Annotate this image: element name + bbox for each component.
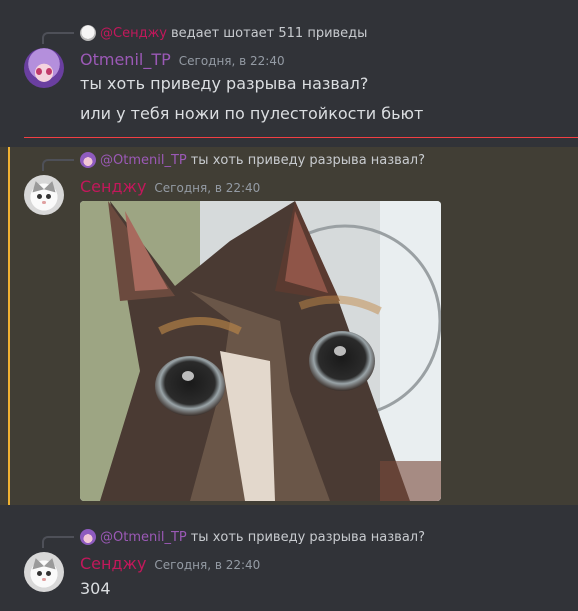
timestamp: Сегодня, в 22:40 <box>154 558 261 572</box>
avatar[interactable] <box>24 552 64 592</box>
reply-text: ты хоть приведу разрыва назвал? <box>190 529 426 545</box>
message-otmenil: @Сенджу ведает шотает 511 приведы Otmeni… <box>0 0 578 134</box>
reply-author[interactable]: @Otmenil_TP <box>100 530 187 545</box>
timestamp: Сегодня, в 22:40 <box>154 181 261 195</box>
cat-photo <box>80 201 441 501</box>
message-text: ты хоть приведу разрыва назвал? <box>80 74 369 93</box>
username[interactable]: Сенджу <box>80 554 146 573</box>
avatar[interactable] <box>24 175 64 215</box>
new-messages-divider <box>24 137 578 138</box>
reply-text: ты хоть приведу разрыва назвал? <box>190 152 426 168</box>
reply-author[interactable]: @Otmenil_TP <box>100 153 187 168</box>
reply-spine <box>42 536 74 548</box>
timestamp: Сегодня, в 22:40 <box>178 54 285 68</box>
reply-spine <box>42 32 74 44</box>
image-attachment[interactable] <box>80 201 441 501</box>
reply-preview[interactable]: @Otmenil_TP ты хоть приведу разрыва назв… <box>0 526 578 548</box>
reply-spine <box>42 159 74 171</box>
message-text: 304 <box>80 579 111 598</box>
reply-avatar-icon <box>80 152 96 168</box>
reply-text: ведает шотает 511 приведы <box>170 25 368 41</box>
username[interactable]: Сенджу <box>80 177 146 196</box>
avatar[interactable] <box>24 48 64 88</box>
chat-log: @Сенджу ведает шотает 511 приведы Otmeni… <box>0 0 578 611</box>
reply-author[interactable]: @Сенджу <box>100 26 167 41</box>
reply-avatar-icon <box>80 25 96 41</box>
message-sendzhu-text: @Otmenil_TP ты хоть приведу разрыва назв… <box>0 521 578 611</box>
reply-preview[interactable]: @Сенджу ведает шотает 511 приведы <box>0 22 578 44</box>
reply-preview[interactable]: @Otmenil_TP ты хоть приведу разрыва назв… <box>0 149 578 171</box>
username[interactable]: Otmenil_TP <box>80 50 171 69</box>
message-text: или у тебя ножи по пулестойкости бьют <box>80 104 424 123</box>
reply-avatar-icon <box>80 529 96 545</box>
